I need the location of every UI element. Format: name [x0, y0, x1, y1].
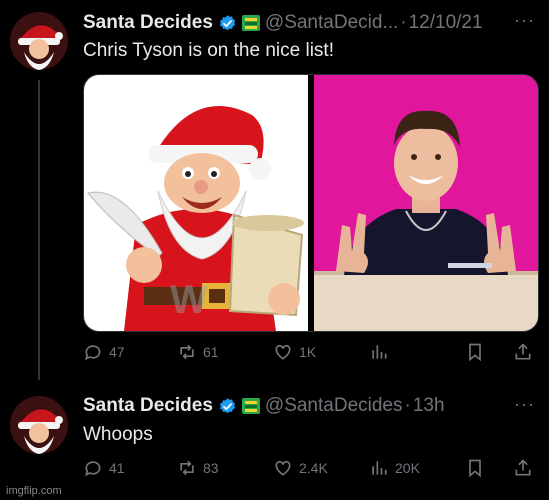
reply-icon	[85, 461, 101, 477]
tweet-header: Santa Decides @SantaDecid... · 12/10/21	[83, 11, 483, 35]
retweet-count: 83	[203, 460, 219, 476]
verified-badge-icon	[219, 14, 235, 30]
reply-icon	[85, 345, 101, 361]
tweet-1[interactable]: Santa Decides @SantaDecid... · 12/10/21 …	[0, 0, 549, 380]
timestamp[interactable]: 12/10/21	[409, 12, 483, 34]
avatar[interactable]	[10, 12, 68, 70]
like-button[interactable]: 2.4K	[273, 458, 328, 478]
separator-dot: ·	[400, 12, 407, 33]
share-button[interactable]	[513, 342, 533, 362]
bookmark-icon	[469, 459, 481, 478]
media-chris-tyson-image[interactable]	[314, 75, 538, 331]
more-options-icon[interactable]: ···	[514, 10, 535, 31]
reply-button[interactable]: 47	[83, 342, 125, 362]
reply-count: 41	[109, 460, 125, 476]
heart-icon	[275, 344, 291, 360]
views-button[interactable]: 20K	[369, 458, 420, 478]
retweet-button[interactable]: 83	[177, 458, 219, 478]
views-count: 20K	[395, 460, 420, 476]
bookmark-button[interactable]	[465, 458, 485, 478]
retweet-icon	[180, 344, 194, 360]
tweet-actions: 47 61 1K	[83, 342, 533, 366]
avatar[interactable]	[10, 396, 68, 454]
separator-dot: ·	[404, 395, 411, 416]
reply-count: 47	[109, 344, 125, 360]
timestamp[interactable]: 13h	[413, 395, 445, 417]
display-name[interactable]: Santa Decides	[83, 395, 213, 417]
bookmark-icon	[469, 343, 481, 362]
santa-avatar-image	[10, 12, 68, 70]
views-button[interactable]	[369, 342, 395, 362]
tweet-text: Whoops	[83, 424, 153, 445]
handle[interactable]: @SantaDecid...	[265, 12, 398, 34]
retweet-count: 61	[203, 344, 219, 360]
affiliate-badge-icon	[241, 398, 260, 414]
affiliate-badge-icon	[241, 15, 260, 31]
imgflip-watermark: imgflip.com	[6, 485, 62, 497]
more-options-icon[interactable]: ···	[514, 394, 535, 415]
thread-line	[38, 80, 40, 380]
retweet-button[interactable]: 61	[177, 342, 219, 362]
like-count: 2.4K	[299, 460, 328, 476]
share-button[interactable]	[513, 458, 533, 478]
views-icon	[372, 461, 387, 475]
santa-avatar-image	[10, 396, 68, 454]
views-icon	[372, 345, 387, 359]
tweet-actions: 41 83 2.4K 20K	[83, 458, 533, 482]
share-icon	[515, 343, 531, 360]
heart-icon	[275, 460, 291, 476]
svg-text:W: W	[170, 278, 208, 322]
handle[interactable]: @SantaDecides	[265, 395, 403, 417]
tweet-media[interactable]: W	[83, 74, 539, 332]
share-icon	[515, 459, 531, 476]
like-count: 1K	[299, 344, 317, 360]
reply-button[interactable]: 41	[83, 458, 125, 478]
retweet-icon	[180, 460, 194, 476]
verified-badge-icon	[219, 397, 235, 413]
bookmark-button[interactable]	[465, 342, 485, 362]
tweet-2[interactable]: Santa Decides @SantaDecides · 13h ··· Wh…	[0, 380, 549, 500]
display-name[interactable]: Santa Decides	[83, 12, 213, 34]
person-photo	[314, 75, 538, 331]
tweet-header: Santa Decides @SantaDecides · 13h	[83, 394, 445, 418]
tweet-text: Chris Tyson is on the nice list!	[83, 40, 334, 61]
media-santa-image[interactable]: W	[84, 75, 308, 331]
like-button[interactable]: 1K	[273, 342, 316, 362]
santa-writing-list-illustration: W	[87, 106, 304, 331]
